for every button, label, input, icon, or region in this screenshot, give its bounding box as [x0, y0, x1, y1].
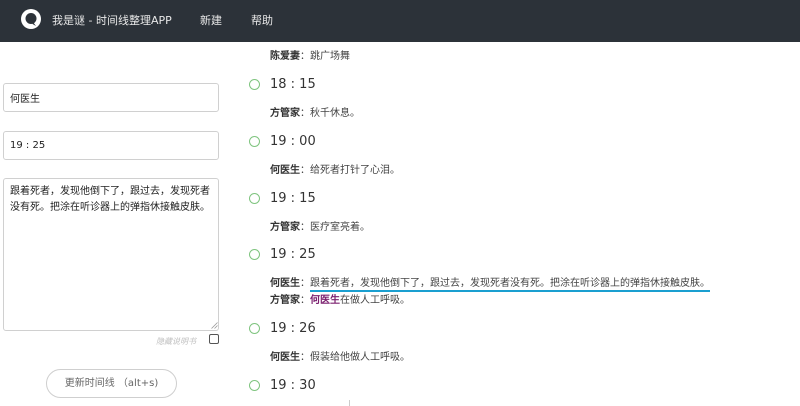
speaker-name: 方管家 — [270, 222, 300, 233]
separator: ： — [300, 295, 310, 306]
line-text: 秋千休息。 — [310, 108, 360, 119]
timeline-line: 方管家：何医生在做人工呼吸。 — [270, 291, 410, 306]
timeline-line: 方管家：医疗室亮着。 — [270, 218, 370, 233]
separator: ： — [300, 352, 310, 363]
timeline: 陈爱妻：跳广场舞 18 : 15 方管家：秋千休息。 19 : 00 何医生：给… — [0, 0, 800, 406]
line-text: 跳广场舞 — [310, 51, 350, 62]
timeline-line: 何医生：假装给他做人工呼吸。 — [270, 348, 410, 363]
entry-time: 18 : 15 — [270, 77, 316, 92]
speaker-name: 陈爱妻 — [270, 51, 300, 62]
entry-time: 19 : 30 — [270, 378, 316, 393]
speaker-name: 何医生 — [270, 352, 300, 363]
entry-time: 19 : 00 — [270, 134, 316, 149]
timeline-node-icon — [249, 323, 260, 334]
entry-time: 19 : 15 — [270, 191, 316, 206]
separator: ： — [300, 278, 310, 289]
timeline-node-icon — [249, 136, 260, 147]
line-text: 在做人工呼吸。 — [340, 295, 410, 306]
line-text: 跟着死者，发现他倒下了，跟过去，发现死者没有死。把涂在听诊器上的弹指休接触皮肤。 — [310, 278, 710, 292]
timeline-node-icon — [249, 79, 260, 90]
timeline-line: 方管家：秋千休息。 — [270, 104, 360, 119]
line-text: 医疗室亮着。 — [310, 222, 370, 233]
speaker-name: 何医生 — [270, 278, 300, 289]
separator: ： — [300, 51, 310, 62]
highlighted-name: 何医生 — [310, 295, 340, 306]
separator: ： — [300, 108, 310, 119]
speaker-name: 方管家 — [270, 108, 300, 119]
timeline-line: 何医生：跟着死者，发现他倒下了，跟过去，发现死者没有死。把涂在听诊器上的弹指休接… — [270, 274, 710, 292]
line-text: 假装给他做人工呼吸。 — [310, 352, 410, 363]
entry-time: 19 : 26 — [270, 321, 316, 336]
separator: ： — [300, 222, 310, 233]
entry-time: 19 : 25 — [270, 247, 316, 262]
speaker-name: 何医生 — [270, 165, 300, 176]
timeline-node-icon — [249, 249, 260, 260]
timeline-line: 何医生：给死者打针了心泪。 — [270, 161, 400, 176]
line-text: 给死者打针了心泪。 — [310, 165, 400, 176]
timeline-line: 陈爱妻：跳广场舞 — [270, 47, 350, 62]
timeline-node-icon — [249, 380, 260, 391]
timeline-node-icon — [249, 193, 260, 204]
speaker-name: 方管家 — [270, 295, 300, 306]
separator: ： — [300, 165, 310, 176]
timeline-divider — [349, 400, 350, 406]
